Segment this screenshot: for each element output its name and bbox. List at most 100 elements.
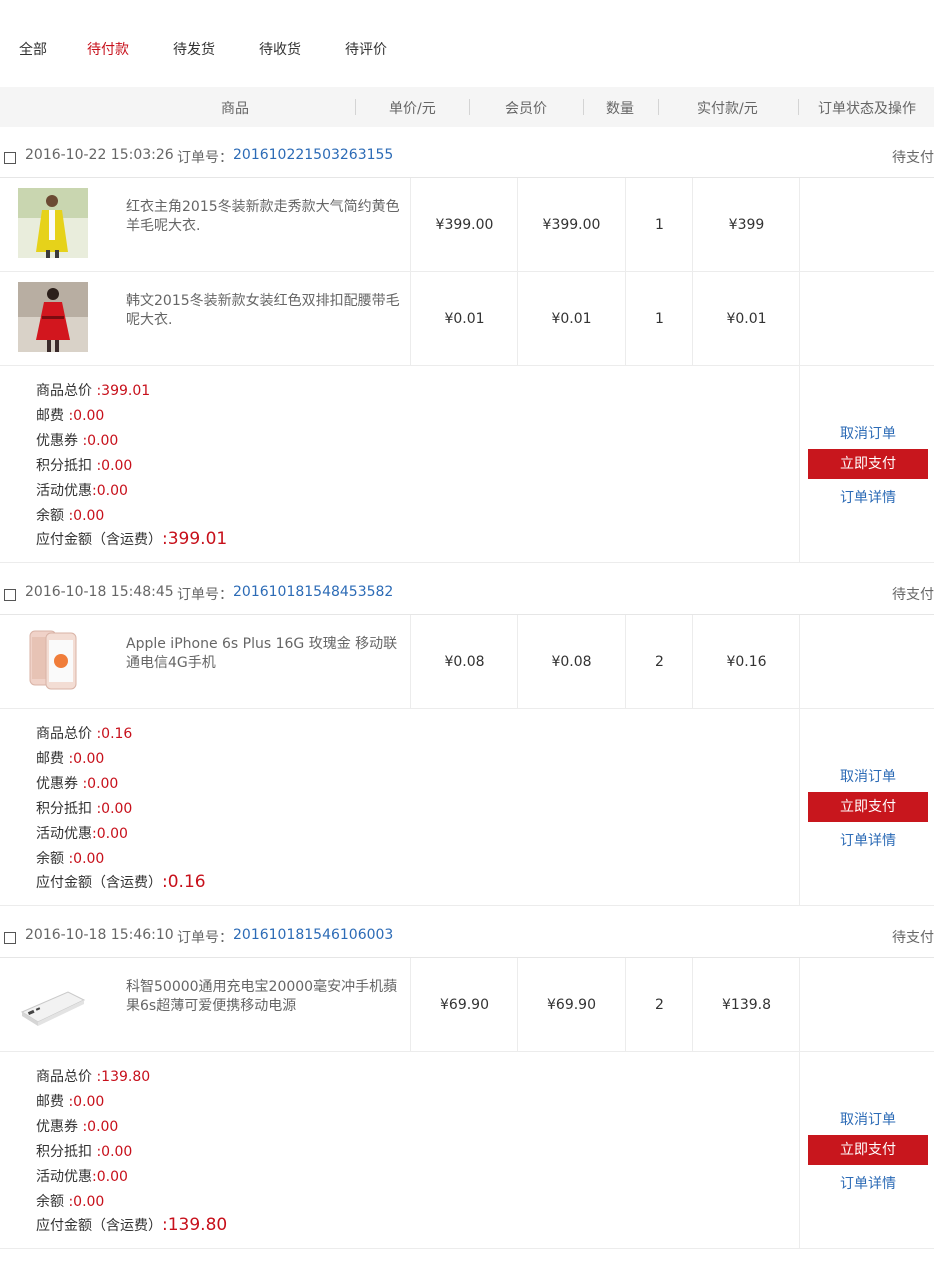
quantity: 2 xyxy=(625,958,693,1052)
order-date: 2016-10-22 15:03:26 xyxy=(25,147,174,163)
summary-shipping: 邮费 :0.00 xyxy=(36,1091,104,1111)
summary-shipping: 邮费 :0.00 xyxy=(36,748,104,768)
summary-payable-label: 应付金额（含运费） xyxy=(36,875,162,891)
order-detail-link[interactable]: 订单详情 xyxy=(808,830,928,850)
summary-total-label: 商品总价 xyxy=(36,726,92,742)
product-thumbnail[interactable] xyxy=(18,625,88,695)
iphone-photo xyxy=(18,625,88,695)
summary-total-label: 商品总价 xyxy=(36,383,92,399)
cancel-order-button[interactable]: 取消订单 xyxy=(808,423,928,443)
quantity: 1 xyxy=(625,272,693,366)
summary-balance-value: :0.00 xyxy=(68,851,105,867)
summary-total: 商品总价 :399.01 xyxy=(36,380,150,400)
order-number[interactable]: 201610181548453582 xyxy=(233,584,393,600)
summary-total: 商品总价 :139.80 xyxy=(36,1066,150,1086)
pay-now-button[interactable]: 立即支付 xyxy=(808,449,928,479)
col-divider xyxy=(469,99,470,115)
summary-promo: 活动优惠:0.00 xyxy=(36,1166,128,1186)
cancel-order-button[interactable]: 取消订单 xyxy=(808,766,928,786)
column-divider xyxy=(799,709,800,906)
order-status-tabs: 全部 待付款 待发货 待收货 待评价 xyxy=(0,0,934,87)
product-thumbnail[interactable] xyxy=(18,188,88,258)
summary-promo-value: :0.00 xyxy=(92,483,128,499)
tab-all[interactable]: 全部 xyxy=(19,39,47,59)
summary-total-value: :0.16 xyxy=(96,726,133,742)
product-name[interactable]: 韩文2015冬装新款女装红色双排扣配腰带毛呢大衣. xyxy=(126,292,408,330)
order-date: 2016-10-18 15:46:10 xyxy=(25,927,174,943)
summary-balance-label: 余额 xyxy=(36,508,64,524)
pay-now-button[interactable]: 立即支付 xyxy=(808,792,928,822)
summary-payable-value: :399.01 xyxy=(162,529,228,549)
order-number[interactable]: 201610181546106003 xyxy=(233,927,393,943)
tab-pending-shipment[interactable]: 待发货 xyxy=(173,39,215,59)
summary-points: 积分抵扣 :0.00 xyxy=(36,798,132,818)
order-select-checkbox[interactable] xyxy=(4,152,16,164)
red-coat-photo xyxy=(18,282,88,352)
order-summary: 商品总价 :0.16 邮费 :0.00 优惠券 :0.00 积分抵扣 :0.00… xyxy=(0,709,934,906)
unit-price: ¥69.90 xyxy=(410,958,518,1052)
yellow-coat-photo xyxy=(18,188,88,258)
summary-payable-label: 应付金额（含运费） xyxy=(36,1218,162,1234)
cancel-order-button[interactable]: 取消订单 xyxy=(808,1109,928,1129)
order-status: 待支付 xyxy=(892,930,934,946)
product-name[interactable]: 科智50000通用充电宝20000毫安冲手机蘋果6s超薄可爱便携移动电源 xyxy=(126,978,408,1016)
summary-coupon: 优惠券 :0.00 xyxy=(36,773,118,793)
product-name[interactable]: Apple iPhone 6s Plus 16G 玫瑰金 移动联通电信4G手机 xyxy=(126,635,408,673)
product-name[interactable]: 红衣主角2015冬装新款走秀款大气简约黄色羊毛呢大衣. xyxy=(126,198,408,236)
table-header: 商品 单价/元 会员价 数量 实付款/元 订单状态及操作 xyxy=(0,87,934,127)
order-header: 2016-10-18 15:46:10 订单号： 201610181546106… xyxy=(0,907,934,958)
summary-payable-value: :139.80 xyxy=(162,1215,228,1235)
status-cell xyxy=(799,615,934,709)
col-status-actions: 订单状态及操作 xyxy=(818,101,916,117)
col-divider xyxy=(583,99,584,115)
order-detail-link[interactable]: 订单详情 xyxy=(808,1173,928,1193)
pay-now-button[interactable]: 立即支付 xyxy=(808,1135,928,1165)
product-thumbnail[interactable] xyxy=(18,968,88,1038)
summary-payable: 应付金额（含运费）:0.16 xyxy=(36,872,206,892)
summary-total-value: :139.80 xyxy=(96,1069,151,1085)
paid-amount: ¥399 xyxy=(692,178,800,272)
summary-coupon-label: 优惠券 xyxy=(36,433,78,449)
tab-pending-receipt[interactable]: 待收货 xyxy=(259,39,301,59)
order-item-row: 韩文2015冬装新款女装红色双排扣配腰带毛呢大衣. ¥0.01 ¥0.01 1 … xyxy=(0,272,934,366)
unit-price: ¥0.08 xyxy=(410,615,518,709)
order-select-checkbox[interactable] xyxy=(4,932,16,944)
order-number-label: 订单号： xyxy=(177,930,233,946)
order-card: 2016-10-22 15:03:26 订单号： 201610221503263… xyxy=(0,127,934,564)
summary-payable-value: :0.16 xyxy=(162,872,206,892)
order-number-label: 订单号： xyxy=(177,150,233,166)
summary-promo-label: 活动优惠 xyxy=(36,826,92,842)
summary-shipping: 邮费 :0.00 xyxy=(36,405,104,425)
order-card: 2016-10-18 15:46:10 订单号： 201610181546106… xyxy=(0,907,934,1250)
summary-payable-label: 应付金额（含运费） xyxy=(36,532,162,548)
quantity: 1 xyxy=(625,178,693,272)
tab-pending-payment[interactable]: 待付款 xyxy=(87,39,129,59)
order-select-checkbox[interactable] xyxy=(4,589,16,601)
summary-payable: 应付金额（含运费）:139.80 xyxy=(36,1215,227,1235)
summary-balance-label: 余额 xyxy=(36,1194,64,1210)
status-cell xyxy=(799,178,934,272)
order-detail-link[interactable]: 订单详情 xyxy=(808,487,928,507)
summary-balance: 余额 :0.00 xyxy=(36,505,104,525)
summary-promo-value: :0.00 xyxy=(92,826,128,842)
summary-shipping-value: :0.00 xyxy=(68,408,105,424)
summary-coupon-value: :0.00 xyxy=(82,433,119,449)
column-divider xyxy=(799,1052,800,1249)
col-member-price: 会员价 xyxy=(505,101,547,117)
summary-points-label: 积分抵扣 xyxy=(36,458,92,474)
product-thumbnail[interactable] xyxy=(18,282,88,352)
unit-price: ¥0.01 xyxy=(410,272,518,366)
col-divider xyxy=(798,99,799,115)
status-cell xyxy=(799,272,934,366)
order-number[interactable]: 201610221503263155 xyxy=(233,147,393,163)
summary-total: 商品总价 :0.16 xyxy=(36,723,132,743)
member-price: ¥399.00 xyxy=(517,178,625,272)
summary-coupon-label: 优惠券 xyxy=(36,1119,78,1135)
order-status: 待支付 xyxy=(892,150,934,166)
tab-pending-review[interactable]: 待评价 xyxy=(345,39,387,59)
summary-promo: 活动优惠:0.00 xyxy=(36,823,128,843)
col-unit-price: 单价/元 xyxy=(389,101,436,117)
paid-amount: ¥0.16 xyxy=(692,615,800,709)
paid-amount: ¥139.8 xyxy=(692,958,800,1052)
summary-total-label: 商品总价 xyxy=(36,1069,92,1085)
